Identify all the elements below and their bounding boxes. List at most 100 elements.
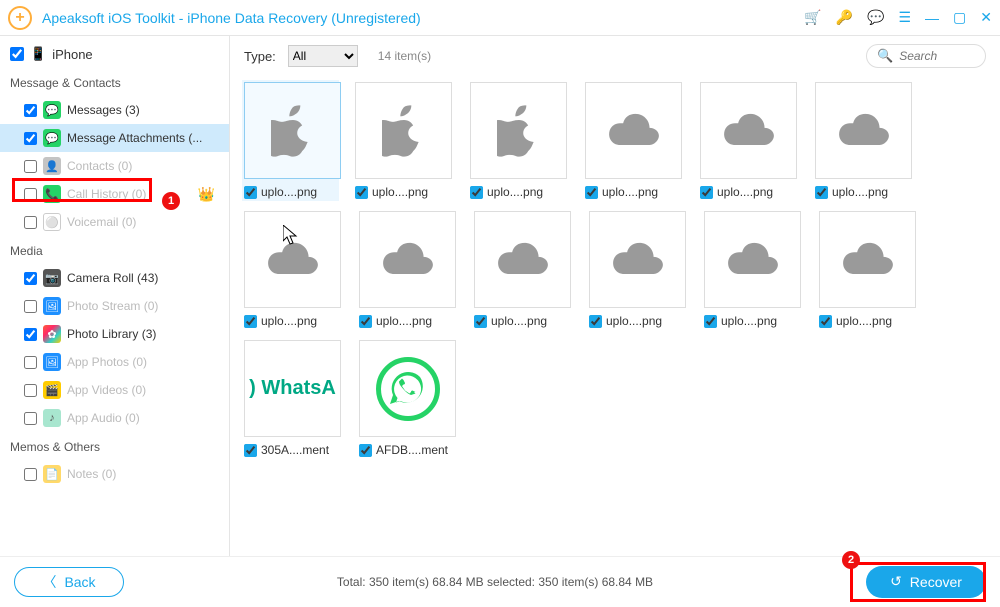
appvideos-icon: 🎬 [43,381,61,399]
thumb-checkbox[interactable] [704,315,717,328]
call-icon: 📞 [43,185,61,203]
thumb-checkbox[interactable] [474,315,487,328]
menu-icon[interactable]: ☰ [898,9,911,26]
photostream-icon: 🖼 [43,297,61,315]
thumb-caption: uplo....png [717,185,773,199]
thumbnail-item[interactable]: ) WhatsA 305A....ment [244,340,341,457]
apple-icon [271,105,315,157]
sidebar-item-photo-stream[interactable]: 🖼 Photo Stream (0) [0,292,229,320]
thumb-caption: uplo....png [261,185,317,199]
content-area: Type: All 14 item(s) 🔍 uplo....png uplo.… [230,36,1000,556]
search-box[interactable]: 🔍 [866,44,986,68]
thumbnail-item[interactable]: uplo....png [355,82,452,199]
crown-icon: 👑 [198,186,215,203]
thumbnail-item[interactable]: uplo....png [585,82,682,199]
thumb-checkbox[interactable] [700,186,713,199]
item-checkbox[interactable] [24,300,37,313]
thumb-caption: AFDB....ment [376,443,448,457]
item-checkbox[interactable] [24,160,37,173]
cloud-icon [265,240,321,280]
cloud-icon [840,240,896,280]
cloud-icon [495,240,551,280]
thumbnail-item[interactable]: uplo....png [815,82,912,199]
thumbnail-item[interactable]: AFDB....ment [359,340,456,457]
recover-button[interactable]: ↺ Recover [866,566,986,598]
thumbnail-item[interactable]: uplo....png [470,82,567,199]
item-checkbox[interactable] [24,412,37,425]
item-label: App Videos (0) [67,383,146,397]
thumb-checkbox[interactable] [585,186,598,199]
cloud-icon [606,111,662,151]
search-input[interactable] [899,49,979,63]
thumbnail-item[interactable]: uplo....png [242,80,339,201]
type-select[interactable]: All [288,45,358,67]
device-row[interactable]: 📱 iPhone [0,40,229,68]
thumb-checkbox[interactable] [244,315,257,328]
search-icon: 🔍 [877,48,893,64]
thumb-checkbox[interactable] [244,186,257,199]
thumb-checkbox[interactable] [819,315,832,328]
sidebar-item-messages[interactable]: 💬 Messages (3) [0,96,229,124]
thumb-checkbox[interactable] [589,315,602,328]
item-checkbox[interactable] [24,384,37,397]
category-header: Message & Contacts [0,68,229,96]
sidebar-item-contacts[interactable]: 👤 Contacts (0) [0,152,229,180]
thumbnail-item[interactable]: uplo....png [589,211,686,328]
sidebar-item-app-photos[interactable]: 🖼 App Photos (0) [0,348,229,376]
key-icon[interactable]: 🔑 [836,9,853,26]
category-header: Memos & Others [0,432,229,460]
recover-label: Recover [910,574,962,590]
item-checkbox[interactable] [24,468,37,481]
sidebar-item-photo-library[interactable]: ✿ Photo Library (3) [0,320,229,348]
footer: 〈 Back Total: 350 item(s) 68.84 MB selec… [0,556,1000,606]
thumbnail-item[interactable]: uplo....png [244,211,341,328]
sidebar-item-app-audio[interactable]: ♪ App Audio (0) [0,404,229,432]
item-label: Photo Stream (0) [67,299,158,313]
maximize-icon[interactable]: ▢ [953,9,966,26]
minimize-icon[interactable]: — [925,10,939,26]
sidebar-item-app-videos[interactable]: 🎬 App Videos (0) [0,376,229,404]
thumb-checkbox[interactable] [359,315,372,328]
sidebar-item-camera-roll[interactable]: 📷 Camera Roll (43) [0,264,229,292]
feedback-icon[interactable]: 💬 [867,9,884,26]
back-label: Back [64,574,95,590]
thumbnail-item[interactable]: uplo....png [474,211,571,328]
camera-icon: 📷 [43,269,61,287]
item-checkbox[interactable] [24,272,37,285]
thumb-caption: uplo....png [602,185,658,199]
messages-icon: 💬 [43,101,61,119]
item-checkbox[interactable] [24,328,37,341]
back-button[interactable]: 〈 Back [14,567,124,597]
item-checkbox[interactable] [24,356,37,369]
thumb-checkbox[interactable] [359,444,372,457]
cloud-icon [610,240,666,280]
item-checkbox[interactable] [24,216,37,229]
item-checkbox[interactable] [24,188,37,201]
window-controls: 🛒 🔑 💬 ☰ — ▢ ✕ [804,9,992,26]
thumbnail-item[interactable]: uplo....png [359,211,456,328]
sidebar-item-voicemail[interactable]: ⚪ Voicemail (0) [0,208,229,236]
category-header: Media [0,236,229,264]
thumbnail-item[interactable]: uplo....png [700,82,797,199]
thumb-caption: uplo....png [261,314,317,328]
sidebar-item-notes[interactable]: 📄 Notes (0) [0,460,229,488]
contacts-icon: 👤 [43,157,61,175]
chevron-left-icon: 〈 [42,572,56,592]
cart-icon[interactable]: 🛒 [804,9,821,26]
thumb-caption: uplo....png [372,185,428,199]
item-label: Messages (3) [67,103,140,117]
thumb-caption: uplo....png [487,185,543,199]
thumb-checkbox[interactable] [470,186,483,199]
device-checkbox[interactable] [10,47,24,61]
whatsapp-logo-icon [376,357,440,421]
thumb-checkbox[interactable] [815,186,828,199]
thumbnail-item[interactable]: uplo....png [819,211,916,328]
thumbnail-item[interactable]: uplo....png [704,211,801,328]
item-checkbox[interactable] [24,132,37,145]
close-icon[interactable]: ✕ [980,9,992,26]
thumb-checkbox[interactable] [244,444,257,457]
sidebar-item-message-attachments[interactable]: 💬 Message Attachments (... [0,124,229,152]
thumb-checkbox[interactable] [355,186,368,199]
sidebar-item-call-history[interactable]: 📞 Call History (0) 👑 [0,180,229,208]
item-checkbox[interactable] [24,104,37,117]
